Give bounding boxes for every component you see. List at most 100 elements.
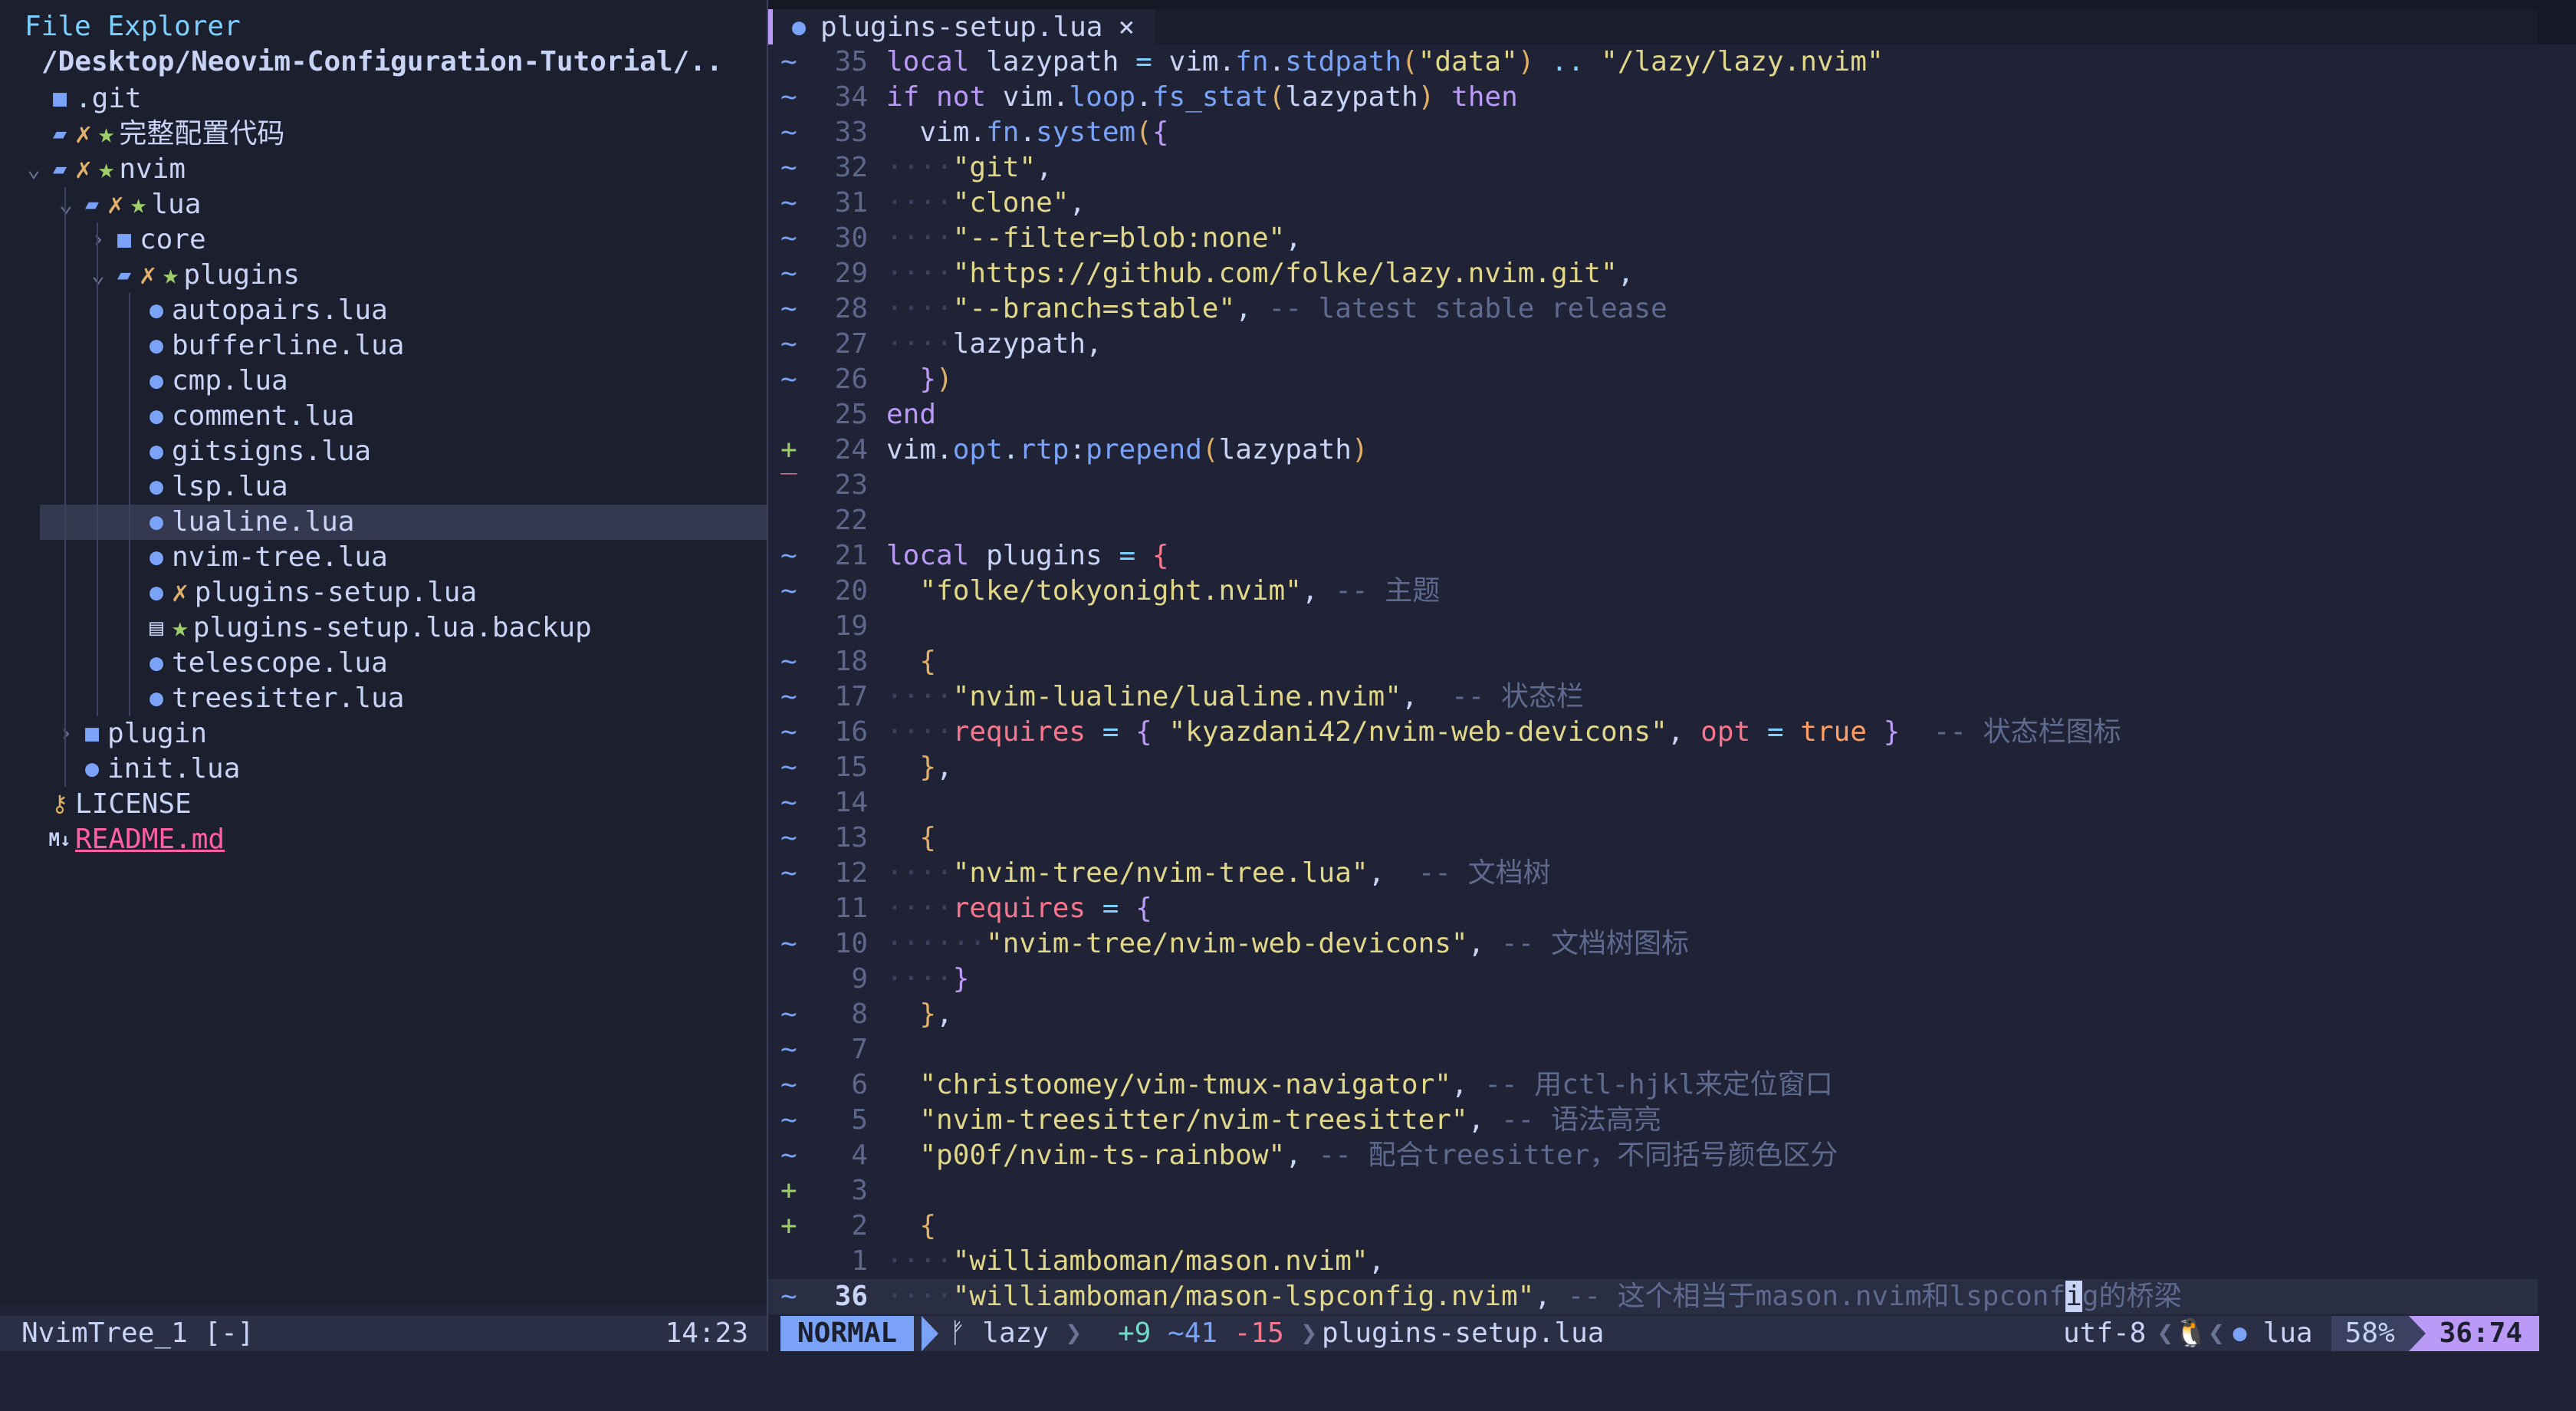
command-line[interactable] [0, 1351, 2576, 1411]
code-text[interactable]: }, [886, 997, 952, 1032]
tree-item[interactable]: ⚷ LICENSE [0, 787, 767, 822]
code-text[interactable]: ····"nvim-tree/nvim-tree.lua", -- 文档树 [886, 856, 1551, 891]
code-line[interactable]: ~28 ····"--branch=stable", -- latest stab… [768, 291, 2538, 327]
code-line[interactable]: ~15 }, [768, 750, 2538, 785]
tree-item[interactable]: ▰ ✗ ★ 完整配置代码 [0, 117, 767, 152]
code-line[interactable]: ~4 "p00f/nvim-ts-rainbow", -- 配合treesitt… [768, 1138, 2538, 1173]
code-text[interactable]: "p00f/nvim-ts-rainbow", -- 配合treesitter，… [886, 1138, 1838, 1173]
current-code-line[interactable]: ~36 ····"williamboman/mason-lspconfig.nvi… [768, 1279, 2538, 1314]
code-line[interactable]: ~12 ····"nvim-tree/nvim-tree.lua", -- 文档树 [768, 856, 2538, 891]
code-text[interactable]: }, [886, 750, 952, 785]
tree-item[interactable]: ● ✗ plugins-setup.lua [0, 575, 767, 610]
code-text[interactable]: ····requires = { [886, 891, 1152, 926]
tree-item[interactable]: ● bufferline.lua [0, 328, 767, 363]
chevron-down-icon[interactable]: ⌄ [87, 258, 109, 293]
tree-item[interactable]: ⌄ ▰ ✗ ★ nvim [0, 152, 767, 187]
code-text[interactable]: ····"--branch=stable", -- latest stable … [886, 291, 1668, 327]
tree-item-content: ▰ ✗ ★ 完整配置代码 [0, 117, 284, 152]
chevron-down-icon[interactable]: ⌄ [55, 187, 77, 222]
tree-item[interactable]: M↓ README.md [0, 822, 767, 857]
tree-item[interactable]: ● nvim-tree.lua [0, 540, 767, 575]
code-line[interactable]: ~13 { [768, 821, 2538, 856]
code-line[interactable]: +2 { [768, 1209, 2538, 1244]
tree-item[interactable]: ● autopairs.lua [0, 293, 767, 328]
tree-item[interactable]: › ■ core [0, 222, 767, 258]
code-line[interactable]: ~31 ····"clone", [768, 186, 2538, 221]
tree-item[interactable]: ● gitsigns.lua [0, 434, 767, 469]
code-line[interactable]: ~27 ····lazypath, [768, 327, 2538, 362]
code-line[interactable]: 22 [768, 503, 2538, 538]
tree-item[interactable]: › ■ plugin [0, 716, 767, 752]
code-text[interactable]: ····"https://github.com/folke/lazy.nvim.… [886, 256, 1634, 291]
code-line[interactable]: +3 [768, 1173, 2538, 1209]
code-line[interactable]: ~6 "christoomey/vim-tmux-navigator", -- … [768, 1067, 2538, 1103]
code-line[interactable]: ~35 local lazypath = vim.fn.stdpath("data… [768, 44, 2538, 80]
tree-item[interactable]: ● telescope.lua [0, 646, 767, 681]
code-line[interactable]: ~29 ····"https://github.com/folke/lazy.nv… [768, 256, 2538, 291]
code-line[interactable]: ~20 "folke/tokyonight.nvim", -- 主题 [768, 574, 2538, 609]
code-text[interactable]: ····"clone", [886, 186, 1086, 221]
code-line[interactable]: ~18 { [768, 644, 2538, 679]
code-line[interactable]: 19 [768, 609, 2538, 644]
code-text[interactable]: { [886, 821, 936, 856]
code-text[interactable]: "christoomey/vim-tmux-navigator", -- 用ct… [886, 1067, 1832, 1103]
tree-item[interactable]: ● lualine.lua [40, 505, 767, 540]
tree-item[interactable]: ● lsp.lua [0, 469, 767, 505]
code-line[interactable]: +24 vim.opt.rtp:prepend(lazypath) [768, 433, 2538, 468]
code-line[interactable]: ~34 if not vim.loop.fs_stat(lazypath) the… [768, 80, 2538, 115]
code-text[interactable]: ····lazypath, [886, 327, 1102, 362]
code-text[interactable]: }) [886, 362, 952, 397]
code-line[interactable]: ~10 ······"nvim-tree/nvim-web-devicons", … [768, 926, 2538, 962]
code-text[interactable]: local lazypath = vim.fn.stdpath("data") … [886, 44, 1884, 80]
code-line[interactable]: 9 ····} [768, 962, 2538, 997]
code-text[interactable]: local plugins = { [886, 538, 1169, 574]
code-line[interactable]: ~5 "nvim-treesitter/nvim-treesitter", --… [768, 1103, 2538, 1138]
tree-item[interactable]: ● comment.lua [0, 399, 767, 434]
code-line[interactable]: ~16 ····requires = { "kyazdani42/nvim-web… [768, 715, 2538, 750]
code-line[interactable]: ~26 }) [768, 362, 2538, 397]
code-editor[interactable]: ~35 local lazypath = vim.fn.stdpath("data… [768, 46, 2538, 1316]
tree-item[interactable]: ⌄ ▰ ✗ ★ plugins [0, 258, 767, 293]
code-line[interactable]: 11 ····requires = { [768, 891, 2538, 926]
code-text[interactable]: ····"williamboman/mason.nvim", [886, 1244, 1385, 1279]
code-text[interactable]: ····"--filter=blob:none", [886, 221, 1302, 256]
code-text[interactable]: end [886, 397, 936, 433]
code-line[interactable]: ‾ 23 [768, 468, 2538, 503]
chevron-right-icon[interactable]: › [55, 716, 77, 752]
code-text[interactable]: ····"nvim-lualine/lualine.nvim", -- 状态栏 [886, 679, 1584, 715]
explorer-root-path[interactable]: /Desktop/Neovim-Configuration-Tutorial/.… [41, 46, 723, 77]
code-line[interactable]: ~21 local plugins = { [768, 538, 2538, 574]
code-text[interactable]: { [886, 1209, 936, 1244]
tree-item[interactable]: ■ .git [0, 81, 767, 117]
tree-item[interactable]: ▤ ★ plugins-setup.lua.backup [0, 610, 767, 646]
code-text[interactable]: ····"git", [886, 150, 1053, 186]
tree-item[interactable]: ● treesitter.lua [0, 681, 767, 716]
code-line[interactable]: ~32 ····"git", [768, 150, 2538, 186]
code-text[interactable]: ······"nvim-tree/nvim-web-devicons", -- … [886, 926, 1689, 962]
code-line[interactable]: ~8 }, [768, 997, 2538, 1032]
code-line[interactable]: ~14 [768, 785, 2538, 821]
code-text[interactable]: { [886, 644, 936, 679]
tab-plugins-setup[interactable]: ● plugins-setup.lua × [768, 9, 1156, 44]
code-text[interactable]: "folke/tokyonight.nvim", -- 主题 [886, 574, 1440, 609]
code-text[interactable]: if not vim.loop.fs_stat(lazypath) then [886, 80, 1518, 115]
code-text[interactable]: ····requires = { "kyazdani42/nvim-web-de… [886, 715, 2121, 750]
line-number: 6 [851, 1069, 868, 1100]
code-line[interactable]: 1 ····"williamboman/mason.nvim", [768, 1244, 2538, 1279]
code-text[interactable]: "nvim-treesitter/nvim-treesitter", -- 语法… [886, 1103, 1661, 1138]
code-line[interactable]: ~7 [768, 1032, 2538, 1067]
code-text[interactable]: vim.fn.system({ [886, 115, 1168, 150]
code-line[interactable]: ~17 ····"nvim-lualine/lualine.nvim", -- 状… [768, 679, 2538, 715]
chevron-down-icon[interactable]: ⌄ [23, 152, 44, 187]
code-line[interactable]: ~33 vim.fn.system({ [768, 115, 2538, 150]
code-text[interactable]: vim.opt.rtp:prepend(lazypath) [886, 433, 1368, 468]
code-text[interactable]: ····} [886, 962, 969, 997]
code-text[interactable]: ····"williamboman/mason-lspconfig.nvim",… [886, 1279, 2182, 1314]
code-line[interactable]: ~30 ····"--filter=blob:none", [768, 221, 2538, 256]
tree-item[interactable]: ● cmp.lua [0, 363, 767, 399]
close-icon[interactable]: × [1118, 12, 1135, 43]
tree-item[interactable]: ● init.lua [0, 752, 767, 787]
chevron-right-icon[interactable]: › [87, 222, 109, 258]
tree-item[interactable]: ⌄ ▰ ✗ ★ lua [0, 187, 767, 222]
code-line[interactable]: 25 end [768, 397, 2538, 433]
